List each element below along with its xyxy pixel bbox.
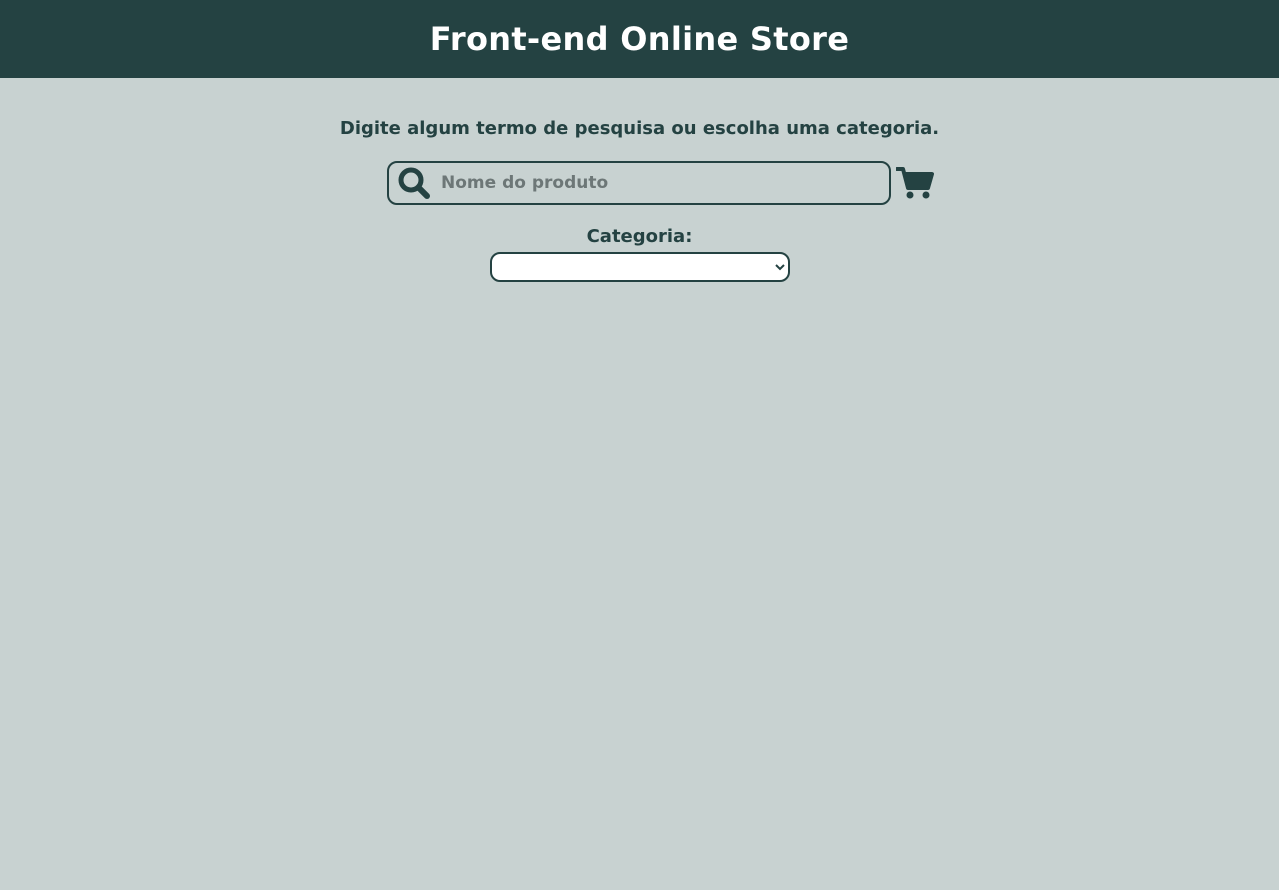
search-instruction: Digite algum termo de pesquisa ou escolh… bbox=[339, 118, 940, 139]
cart-icon bbox=[896, 167, 934, 199]
main-content: Digite algum termo de pesquisa ou escolh… bbox=[0, 78, 1279, 282]
store-title: Front-end Online Store bbox=[429, 20, 850, 58]
search-row bbox=[387, 161, 935, 205]
search-icon[interactable] bbox=[397, 166, 431, 200]
category-label: Categoria: bbox=[586, 226, 693, 247]
app-header: Front-end Online Store bbox=[0, 0, 1279, 78]
search-box bbox=[387, 161, 891, 205]
category-select[interactable] bbox=[489, 252, 790, 282]
search-input[interactable] bbox=[439, 164, 881, 202]
cart-button[interactable] bbox=[895, 163, 935, 203]
